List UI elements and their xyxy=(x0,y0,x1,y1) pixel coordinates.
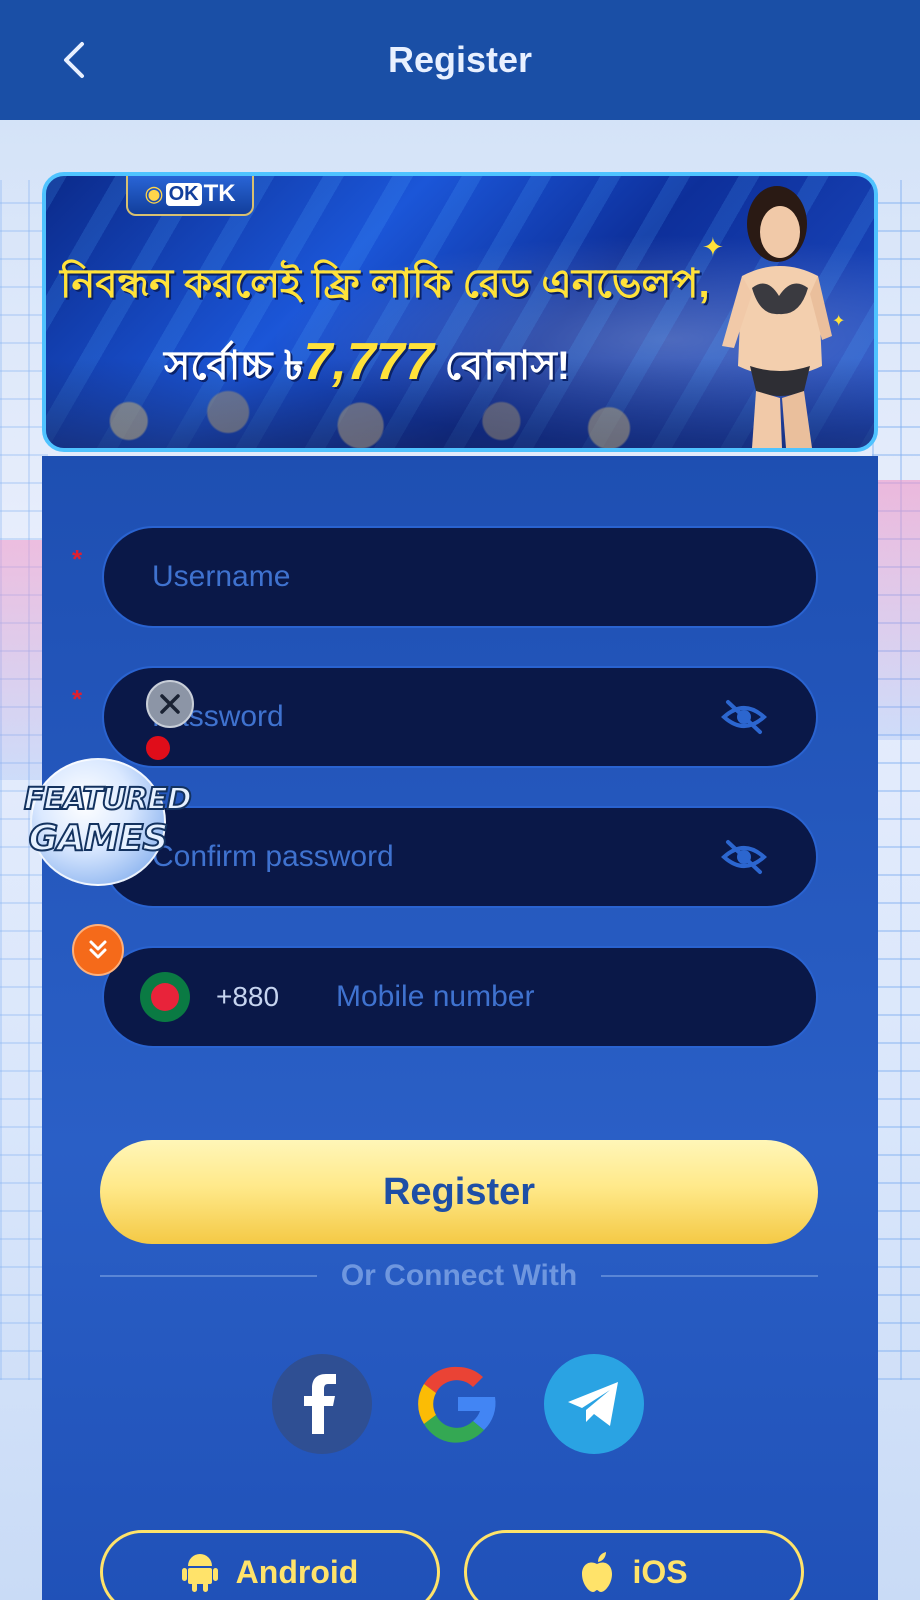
banner-headline: নিবন্ধন করলেই ফ্রি লাকি রেড এনভেলপ, xyxy=(60,262,710,306)
mobile-field[interactable]: +880 xyxy=(102,946,818,1048)
divider-text: Or Connect With xyxy=(340,1259,578,1292)
app-header: Register xyxy=(0,0,920,120)
android-download-button[interactable]: Android xyxy=(100,1530,440,1600)
banner-model-illustration: ✦ ✦ xyxy=(702,186,845,448)
eye-slash-icon xyxy=(721,840,767,874)
username-input[interactable] xyxy=(152,560,768,594)
password-input[interactable] xyxy=(152,700,720,734)
background-glow-right xyxy=(876,480,920,740)
back-button[interactable] xyxy=(52,38,96,82)
bangladesh-flag-icon[interactable] xyxy=(140,972,190,1022)
chevron-left-icon xyxy=(64,42,84,78)
page-title: Register xyxy=(387,39,533,80)
facebook-icon xyxy=(304,1374,336,1434)
brand-logo-suffix: TK xyxy=(203,180,236,207)
toggle-password-visibility[interactable] xyxy=(720,697,768,737)
banner-bonus-line: সর্বোচ্চ ৳7,777 বোনাস! xyxy=(164,332,570,401)
eye-slash-icon xyxy=(721,700,767,734)
toggle-confirm-visibility[interactable] xyxy=(720,837,768,877)
password-field[interactable] xyxy=(102,666,818,768)
apple-icon xyxy=(582,1552,613,1592)
notification-dot xyxy=(146,736,170,760)
country-code[interactable]: +880 xyxy=(216,981,336,1013)
facebook-login-button[interactable] xyxy=(272,1354,372,1454)
background-glow-left xyxy=(0,540,44,780)
double-chevron-down-icon xyxy=(89,940,107,959)
svg-text:✦: ✦ xyxy=(702,232,724,262)
close-floating-widget-button[interactable] xyxy=(146,680,194,728)
brand-logo-prefix: OK xyxy=(165,182,202,206)
featured-games-line2: GAMES xyxy=(28,817,170,860)
expand-widget-button[interactable] xyxy=(72,924,124,976)
mobile-number-input[interactable] xyxy=(336,980,768,1014)
telegram-login-button[interactable] xyxy=(544,1354,644,1454)
divider-line xyxy=(601,1275,819,1277)
coin-drop-icon: ◉ xyxy=(144,181,164,206)
telegram-icon xyxy=(568,1382,618,1426)
required-mark: * xyxy=(72,544,83,574)
username-field[interactable] xyxy=(102,526,818,628)
social-divider: Or Connect With xyxy=(100,1256,819,1296)
confirm-password-input[interactable] xyxy=(152,840,720,874)
brand-logo: ◉ OK TK xyxy=(126,176,254,216)
confirm-password-field[interactable] xyxy=(102,806,818,908)
google-icon xyxy=(418,1366,496,1443)
featured-games-line1: FEATURED xyxy=(23,781,193,818)
divider-line xyxy=(100,1275,317,1277)
android-label: Android xyxy=(235,1553,359,1590)
android-icon xyxy=(181,1554,218,1592)
register-button[interactable]: Register xyxy=(100,1140,818,1244)
registration-form: * * +880 Register Or Con xyxy=(42,456,878,1600)
ios-download-button[interactable]: iOS xyxy=(464,1530,804,1600)
banner-bonus-suffix: বোনাস! xyxy=(433,344,571,388)
close-icon xyxy=(160,694,180,714)
banner-bonus-amount: 7,777 xyxy=(303,333,434,391)
required-mark: * xyxy=(72,684,83,714)
background-grid-right xyxy=(872,180,920,1380)
ios-label: iOS xyxy=(632,1553,688,1590)
promo-banner[interactable]: ◉ OK TK নিবন্ধন করলেই ফ্রি লাকি রেড এনভে… xyxy=(42,172,878,452)
featured-games-widget[interactable]: FEATURED GAMES xyxy=(23,752,193,892)
banner-bonus-prefix: সর্বোচ্চ ৳ xyxy=(164,344,304,388)
google-login-button[interactable] xyxy=(408,1354,508,1454)
svg-text:✦: ✦ xyxy=(832,313,845,330)
